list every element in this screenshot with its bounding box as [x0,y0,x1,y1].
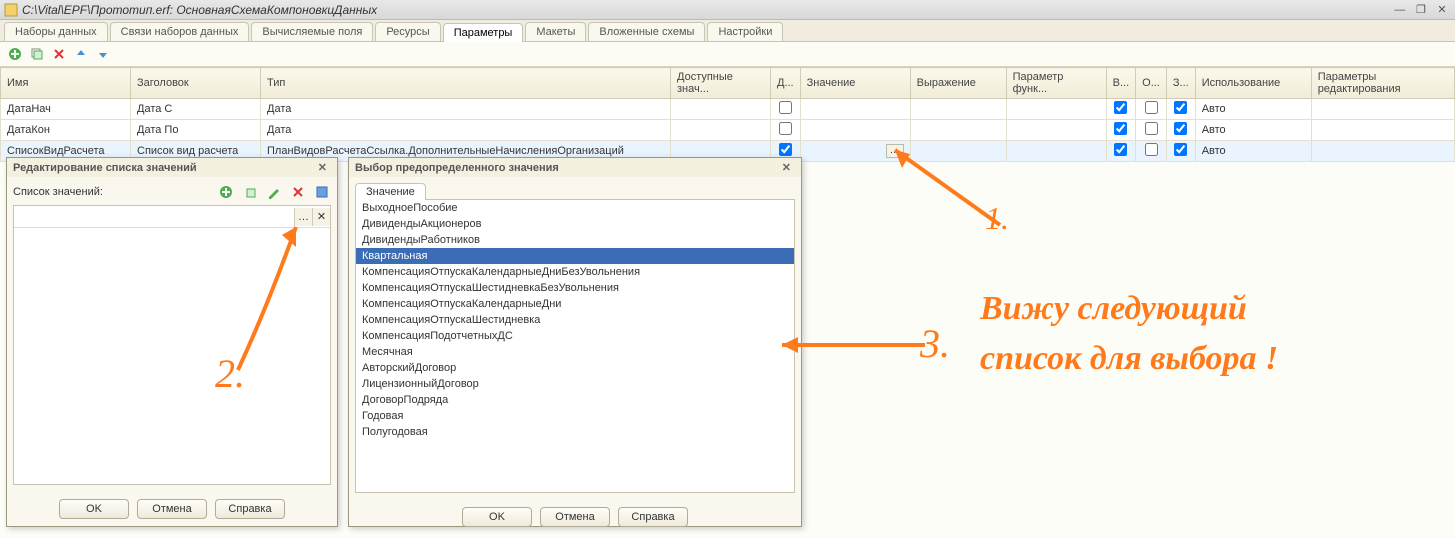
add-icon[interactable] [6,45,24,63]
tab-3[interactable]: Ресурсы [375,22,440,41]
annotation-text-1: Вижу следующий [980,290,1247,328]
table-row[interactable]: ДатаКонДата ПоДатаАвто [1,120,1455,141]
value-ellipsis-button[interactable]: … [886,144,904,158]
dialog2-ok-button[interactable]: OK [462,507,532,527]
dialog1-help-button[interactable]: Справка [215,499,285,519]
predefined-values-list[interactable]: ВыходноеПособиеДивидендыАкционеровДивиде… [355,199,795,493]
list-item[interactable]: Месячная [356,344,794,360]
list-item[interactable]: ВыходноеПособие [356,200,794,216]
tab-0[interactable]: Наборы данных [4,22,108,41]
close-window-button[interactable]: ✕ [1433,3,1451,16]
tab-5[interactable]: Макеты [525,22,586,41]
copy-icon[interactable] [28,45,46,63]
checkbox[interactable] [1145,122,1158,135]
col-avail[interactable]: Доступные знач... [671,68,771,99]
list-item[interactable]: КомпенсацияОтпускаКалендарныеДниБезУволь… [356,264,794,280]
list-item[interactable]: КомпенсацияОтпускаКалендарныеДни [356,296,794,312]
col-o[interactable]: О... [1136,68,1167,99]
col-paramfunc[interactable]: Параметр функ... [1006,68,1106,99]
list-item[interactable]: ДивидендыРаботников [356,232,794,248]
dialog2-title: Выбор предопределенного значения [355,162,559,174]
list-item[interactable]: ДоговорПодряда [356,392,794,408]
checkbox[interactable] [1174,143,1187,156]
col-editparams[interactable]: Параметры редактирования [1311,68,1454,99]
dialog1-ok-button[interactable]: OK [59,499,129,519]
tab-2[interactable]: Вычисляемые поля [251,22,373,41]
params-grid: Имя Заголовок Тип Доступные знач... Д...… [0,67,1455,162]
col-d[interactable]: Д... [771,68,801,99]
tab-6[interactable]: Вложенные схемы [588,22,705,41]
app-icon [4,3,18,17]
main-tabs: Наборы данныхСвязи наборов данныхВычисля… [0,20,1455,42]
list-item[interactable]: АвторскийДоговор [356,360,794,376]
dialog1-close-icon[interactable]: ✕ [314,161,331,174]
list-item[interactable]: Полугодовая [356,424,794,440]
dlg-delete-icon[interactable] [289,183,307,201]
toolbar [0,42,1455,67]
list-item[interactable]: Годовая [356,408,794,424]
select-predefined-value-dialog: Выбор предопределенного значения ✕ Значе… [348,157,802,527]
dlg-copy-icon[interactable] [241,183,259,201]
dlg-edit-icon[interactable] [265,183,283,201]
minimize-button[interactable]: — [1391,4,1409,16]
col-type[interactable]: Тип [261,68,671,99]
checkbox[interactable] [1114,101,1127,114]
checkbox[interactable] [779,143,792,156]
dialog2-tab-value[interactable]: Значение [355,183,426,200]
annotation-text-2: список для выбора ! [980,340,1278,378]
edit-value-list-dialog: Редактирование списка значений ✕ Список … [6,157,338,527]
col-name[interactable]: Имя [1,68,131,99]
checkbox[interactable] [779,101,792,114]
col-usage[interactable]: Использование [1195,68,1311,99]
list-item[interactable]: КомпенсацияОтпускаШестидневкаБезУвольнен… [356,280,794,296]
col-title[interactable]: Заголовок [131,68,261,99]
checkbox[interactable] [779,122,792,135]
col-v[interactable]: В... [1106,68,1136,99]
dlg-add-icon[interactable] [217,183,235,201]
value-list-label: Список значений: [13,186,211,198]
checkbox[interactable] [1145,101,1158,114]
col-expr[interactable]: Выражение [910,68,1006,99]
dlg-save-icon[interactable] [313,183,331,201]
tab-4[interactable]: Параметры [443,23,524,42]
list-item[interactable]: ДивидендыАкционеров [356,216,794,232]
value-ellipsis-button[interactable]: … [294,208,312,226]
annotation-3: 3. [920,320,950,367]
window-title: C:\Vital\EPF\Прототип.erf: ОсновнаяСхема… [22,3,1391,17]
col-z[interactable]: З... [1166,68,1195,99]
titlebar: C:\Vital\EPF\Прототип.erf: ОсновнаяСхема… [0,0,1455,20]
list-item[interactable]: ЛицензионныйДоговор [356,376,794,392]
dialog2-cancel-button[interactable]: Отмена [540,507,610,527]
value-clear-button[interactable]: ✕ [312,208,330,226]
annotation-1: 1. [985,200,1009,237]
dialog2-close-icon[interactable]: ✕ [778,161,795,174]
tab-1[interactable]: Связи наборов данных [110,22,250,41]
dialog1-title: Редактирование списка значений [13,162,197,174]
value-input[interactable] [14,208,294,226]
maximize-button[interactable]: ❐ [1412,3,1430,16]
checkbox[interactable] [1114,143,1127,156]
table-row[interactable]: ДатаНачДата СДатаАвто [1,99,1455,120]
list-item[interactable]: КомпенсацияОтпускаШестидневка [356,312,794,328]
checkbox[interactable] [1145,143,1158,156]
dialog1-cancel-button[interactable]: Отмена [137,499,207,519]
col-value[interactable]: Значение [800,68,910,99]
checkbox[interactable] [1114,122,1127,135]
checkbox[interactable] [1174,101,1187,114]
tab-7[interactable]: Настройки [707,22,783,41]
delete-icon[interactable] [50,45,68,63]
dialog2-help-button[interactable]: Справка [618,507,688,527]
up-icon[interactable] [72,45,90,63]
list-item[interactable]: КомпенсацияПодотчетныхДС [356,328,794,344]
down-icon[interactable] [94,45,112,63]
checkbox[interactable] [1174,122,1187,135]
list-item[interactable]: Квартальная [356,248,794,264]
